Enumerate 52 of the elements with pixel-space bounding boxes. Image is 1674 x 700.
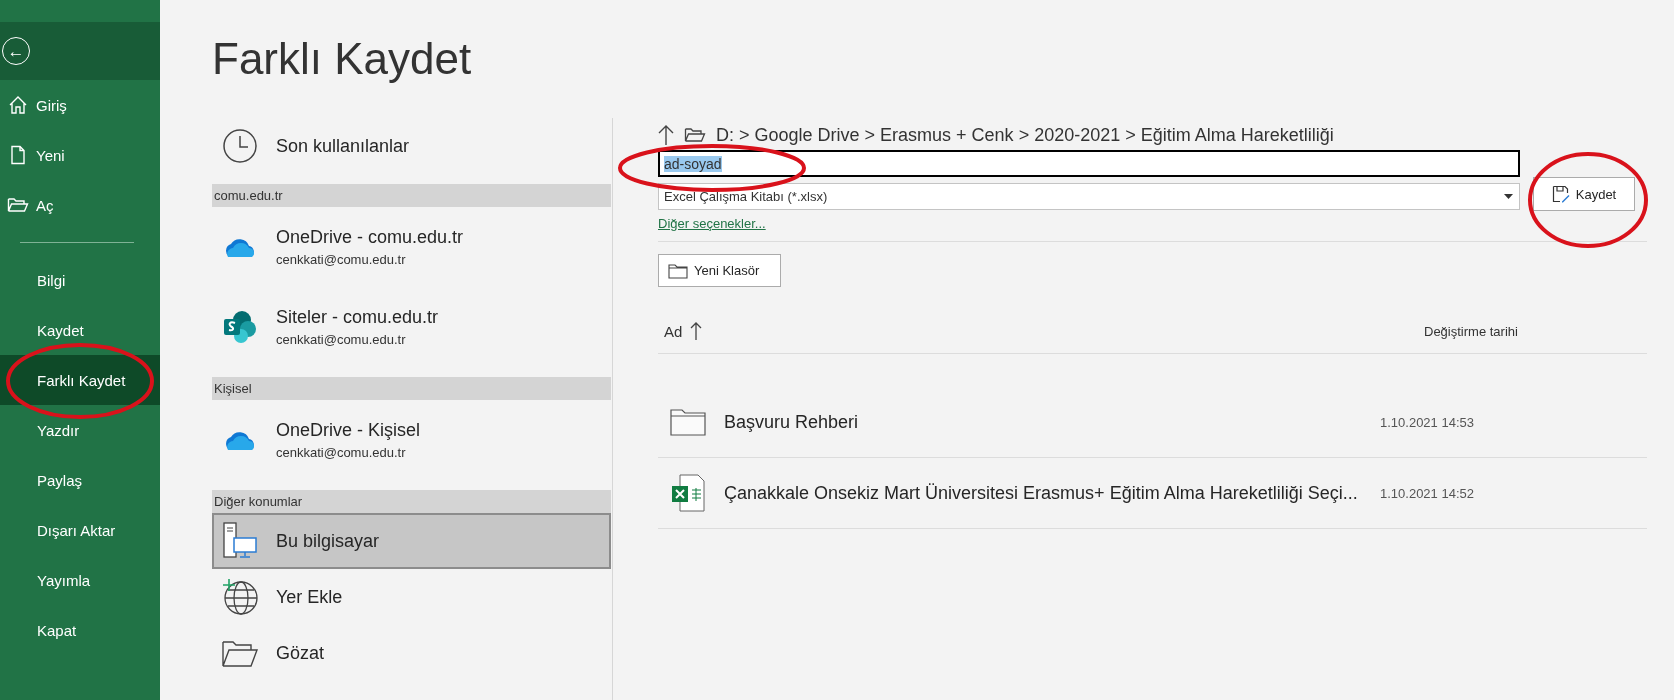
save-edit-icon — [1551, 185, 1570, 203]
sidebar-item[interactable]: Yeni — [0, 130, 160, 180]
folder-icon — [7, 195, 29, 215]
folder-path[interactable]: D: > Google Drive > Erasmus + Cenk > 2020-2021 > Eğitim Alma Hareketliliği — [716, 124, 1334, 146]
sidebar-item[interactable]: Paylaş — [0, 455, 160, 505]
section-header: Kişisel — [212, 377, 611, 400]
file-name: Başvuru Rehberi — [724, 411, 859, 433]
location-item[interactable]: OneDrive - Kişisel cenkkati@comu.edu.tr — [212, 400, 611, 480]
section-header: Diğer konumlar — [212, 490, 611, 513]
file-row[interactable]: Çanakkale Onsekiz Mart Üniversitesi Erasmus+ Eğitim Alma Hareketliliği Seçi... 1.10.2021 14:52 — [658, 458, 1647, 529]
computer-icon — [220, 521, 260, 561]
location-item[interactable]: Son kullanılanlar — [212, 118, 611, 174]
column-header[interactable]: Değiştirme tarihi — [1380, 323, 1518, 339]
folder-icon — [668, 262, 688, 279]
modified-date: 1.10.2021 14:53 — [1380, 414, 1474, 430]
location-item[interactable]: Siteler - comu.edu.tr cenkkati@comu.edu.tr — [212, 287, 611, 367]
column-header[interactable]: Ad — [664, 322, 683, 340]
home-icon — [8, 95, 28, 115]
sidebar-item[interactable]: Aç — [0, 180, 160, 230]
sort-up-icon — [690, 321, 703, 341]
section-header: comu.edu.tr — [212, 184, 611, 207]
location-item[interactable]: Yer Ekle — [212, 569, 611, 625]
location-item[interactable]: Bu bilgisayar — [212, 513, 611, 569]
clock-icon — [222, 128, 258, 164]
sidebar-item[interactable]: Yazdır — [0, 405, 160, 455]
file-name: Çanakkale Onsekiz Mart Üniversitesi Erasmus+ Eğitim Alma Hareketliliği Seçi... — [724, 482, 1358, 504]
dropdown-caret-icon — [1504, 194, 1513, 199]
sidebar-item[interactable]: Giriş — [0, 80, 160, 130]
location-item[interactable]: Gözat — [212, 625, 611, 681]
save-button[interactable]: Kaydet — [1533, 177, 1635, 211]
sidebar-item[interactable]: Farklı Kaydet — [0, 355, 160, 405]
sidebar-item[interactable]: Bilgi — [0, 255, 160, 305]
spreadsheet-file-icon — [670, 474, 706, 512]
sidebar-item[interactable]: Kaydet — [0, 305, 160, 355]
up-arrow-icon[interactable] — [658, 124, 674, 146]
folder-icon — [670, 408, 706, 436]
sites-icon — [222, 309, 258, 345]
sidebar-item[interactable]: Kapat — [0, 605, 160, 655]
sidebar-item[interactable]: Dışarı Aktar — [0, 505, 160, 555]
sidebar-item[interactable]: Yayımla — [0, 555, 160, 605]
folder-icon — [221, 638, 259, 668]
more-options-link[interactable]: Diğer seçenekler... — [658, 216, 766, 231]
file-row[interactable]: Başvuru Rehberi 1.10.2021 14:53 — [658, 387, 1647, 458]
globe-add-icon — [221, 578, 259, 616]
modified-date: 1.10.2021 14:52 — [1380, 485, 1474, 501]
document-icon — [8, 145, 28, 165]
location-item[interactable]: OneDrive - comu.edu.tr cenkkati@comu.edu.tr — [212, 207, 611, 287]
page-title: Farklı Kaydet — [212, 34, 472, 84]
new-folder-button[interactable]: Yeni Klasör — [658, 254, 781, 287]
folder-icon — [684, 126, 706, 144]
file-type-dropdown[interactable]: Excel Çalışma Kitabı (*.xlsx) — [658, 183, 1520, 210]
filename-field[interactable]: ad-soyad — [658, 150, 1520, 177]
